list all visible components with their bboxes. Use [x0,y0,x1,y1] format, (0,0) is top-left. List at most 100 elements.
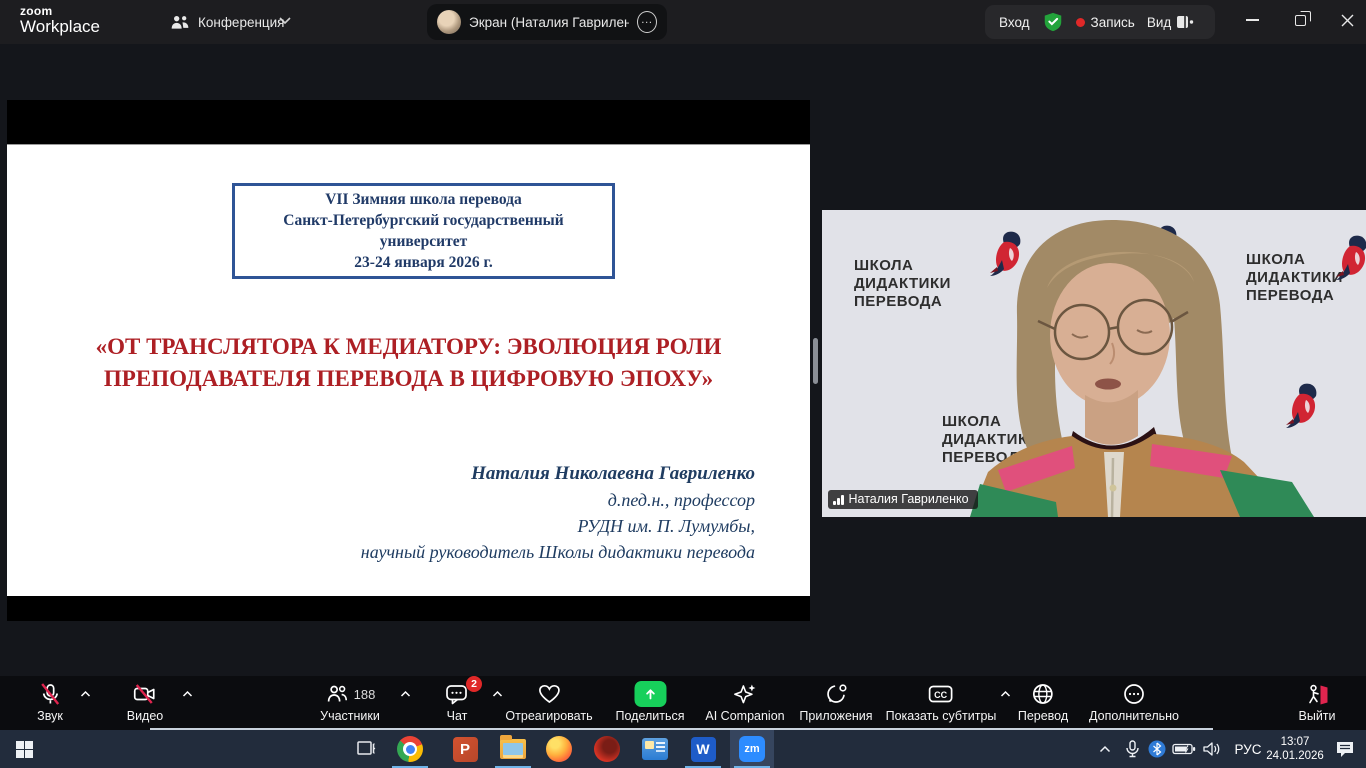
restore-button[interactable] [1277,0,1323,40]
tray-mic-icon[interactable] [1119,730,1145,768]
more-button[interactable]: Дополнительно [1089,681,1179,723]
heart-icon [536,682,562,706]
tray-battery-icon[interactable] [1169,730,1199,768]
security-shield-icon[interactable] [1042,10,1064,34]
task-view-button[interactable] [346,730,386,768]
tray-expand-chevron[interactable] [1092,730,1118,768]
chat-unread-badge: 2 [466,676,482,692]
mic-muted-icon [38,682,62,706]
author-name: Наталия Николаевна Гавриленко [361,461,755,487]
participant-video-tile[interactable]: ШКОЛА ДИДАКТИКИ ПЕРЕВОДА ШКОЛА ДИДАКТИКИ… [822,210,1366,517]
leave-door-icon [1304,682,1330,706]
tab-more-icon[interactable]: … [637,11,657,33]
taskbar-word[interactable]: W [683,730,723,768]
tab-conference-label: Конференция [198,15,285,30]
audio-options-chevron[interactable] [80,690,91,698]
tray-volume-icon[interactable] [1198,730,1226,768]
network-signal-icon [833,494,844,505]
taskbar-app-blue[interactable] [635,730,675,768]
share-icon [634,681,666,707]
mute-button[interactable]: Звук [37,681,63,723]
video-options-chevron[interactable] [182,690,193,698]
view-button[interactable]: Вид [1147,15,1194,30]
taskbar-powerpoint[interactable]: P [445,730,485,768]
svg-text:ШКОЛА: ШКОЛА [854,257,913,274]
powerpoint-icon: P [453,737,478,762]
signin-button[interactable]: Вход [999,15,1030,30]
file-explorer-icon [500,739,526,759]
slide-title-line2: ПРЕПОДАВАТЕЛЯ ПЕРЕВОДА В ЦИФРОВУЮ ЭПОХУ» [7,363,810,395]
presentation-slide: VII Зимняя школа перевода Санкт-Петербур… [7,145,810,596]
svg-text:ДИДАКТИКИ: ДИДАКТИКИ [854,275,951,292]
captions-options-chevron[interactable] [1000,690,1011,698]
shared-screen-view: VII Зимняя школа перевода Санкт-Петербур… [7,100,810,622]
windows-logo-icon [16,741,33,758]
svg-text:ДИДАКТИКИ: ДИДАКТИКИ [1246,269,1343,286]
chat-button[interactable]: 2 Чат [444,681,470,723]
meeting-toolbar: Звук Видео 188 [0,676,1366,730]
zoom-app-icon: zm [739,736,765,762]
ai-companion-button[interactable]: AI Companion [705,681,784,723]
svg-text:ПЕРЕВОДА: ПЕРЕВОДА [1246,287,1334,304]
panel-resize-handle[interactable] [813,338,818,384]
slide-letterbox-top [7,100,810,145]
close-button[interactable] [1324,0,1366,40]
svg-text:ПЕРЕВОДА: ПЕРЕВОДА [854,293,942,310]
participants-button[interactable]: 188 Участники [320,681,380,723]
tray-date: 24.01.2026 [1266,749,1324,763]
slide-title-line1: «ОТ ТРАНСЛЯТОРА К МЕДИАТОРУ: ЭВОЛЮЦИЯ РО… [7,331,810,363]
taskbar-firefox[interactable] [539,730,579,768]
tab-screen-share[interactable]: Экран (Наталия Гавриленко) … [427,4,667,40]
sparkle-icon [732,682,758,706]
captions-button[interactable]: CC Показать субтитры [886,681,997,723]
slide-author-block: Наталия Николаевна Гавриленко д.пед.н., … [361,461,755,565]
firefox-icon [546,736,572,762]
tab-conference[interactable]: Конференция [170,0,285,44]
zoom-workplace-logo: zoom Workplace [20,5,100,35]
view-layout-icon [1177,15,1194,29]
slide-header-line3: 23-24 января 2026 г. [241,252,606,273]
leave-button[interactable]: Выйти [1298,681,1335,723]
windows-taskbar: P W zm [0,730,1366,768]
taskbar-zoom[interactable]: zm [730,730,774,768]
minimize-button[interactable] [1229,0,1275,40]
slide-header-box: VII Зимняя школа перевода Санкт-Петербур… [232,183,615,279]
tray-time: 13:07 [1266,735,1324,749]
author-university: РУДН им. П. Лумумбы, [361,513,755,539]
participants-options-chevron[interactable] [400,690,411,698]
meeting-controls-cluster: Вход Запись Вид [985,5,1215,39]
svg-text:CC: CC [935,690,948,700]
react-button[interactable]: Отреагировать [505,681,592,723]
participants-icon [170,13,190,31]
action-center-button[interactable] [1328,730,1362,768]
start-button[interactable] [2,730,46,768]
taskbar-browser-red[interactable] [587,730,627,768]
camera-off-icon [132,682,158,706]
author-degree: д.пед.н., профессор [361,487,755,513]
cc-icon: CC [927,682,955,706]
slide-letterbox-bottom [7,596,810,621]
video-button[interactable]: Видео [127,681,164,723]
taskbar-chrome[interactable] [390,730,430,768]
tray-clock[interactable]: 13:07 24.01.2026 [1260,730,1330,768]
slide-header-line1: VII Зимняя школа перевода [241,189,606,210]
author-role: научный руководитель Школы дидактики пер… [361,539,755,565]
svg-text:ШКОЛА: ШКОЛА [942,413,1001,430]
zoom-meeting-window: zoom Workplace Конференция Экран (Натали… [0,0,1366,768]
blue-app-icon [642,738,668,760]
share-screen-button[interactable]: Поделиться [615,681,684,723]
red-browser-icon [594,736,620,762]
translation-button[interactable]: Перевод [1018,681,1068,723]
apps-icon [823,682,849,706]
participants-count: 188 [354,687,376,702]
avatar [437,10,461,34]
tray-bluetooth-icon[interactable] [1145,730,1169,768]
task-view-icon [357,741,376,758]
apps-button[interactable]: Приложения [799,681,872,723]
word-icon: W [691,737,716,762]
record-indicator[interactable]: Запись [1076,15,1135,30]
chat-options-chevron[interactable] [492,690,503,698]
svg-text:ШКОЛА: ШКОЛА [1246,251,1305,268]
taskbar-explorer[interactable] [493,730,533,768]
notification-icon [1336,741,1354,758]
